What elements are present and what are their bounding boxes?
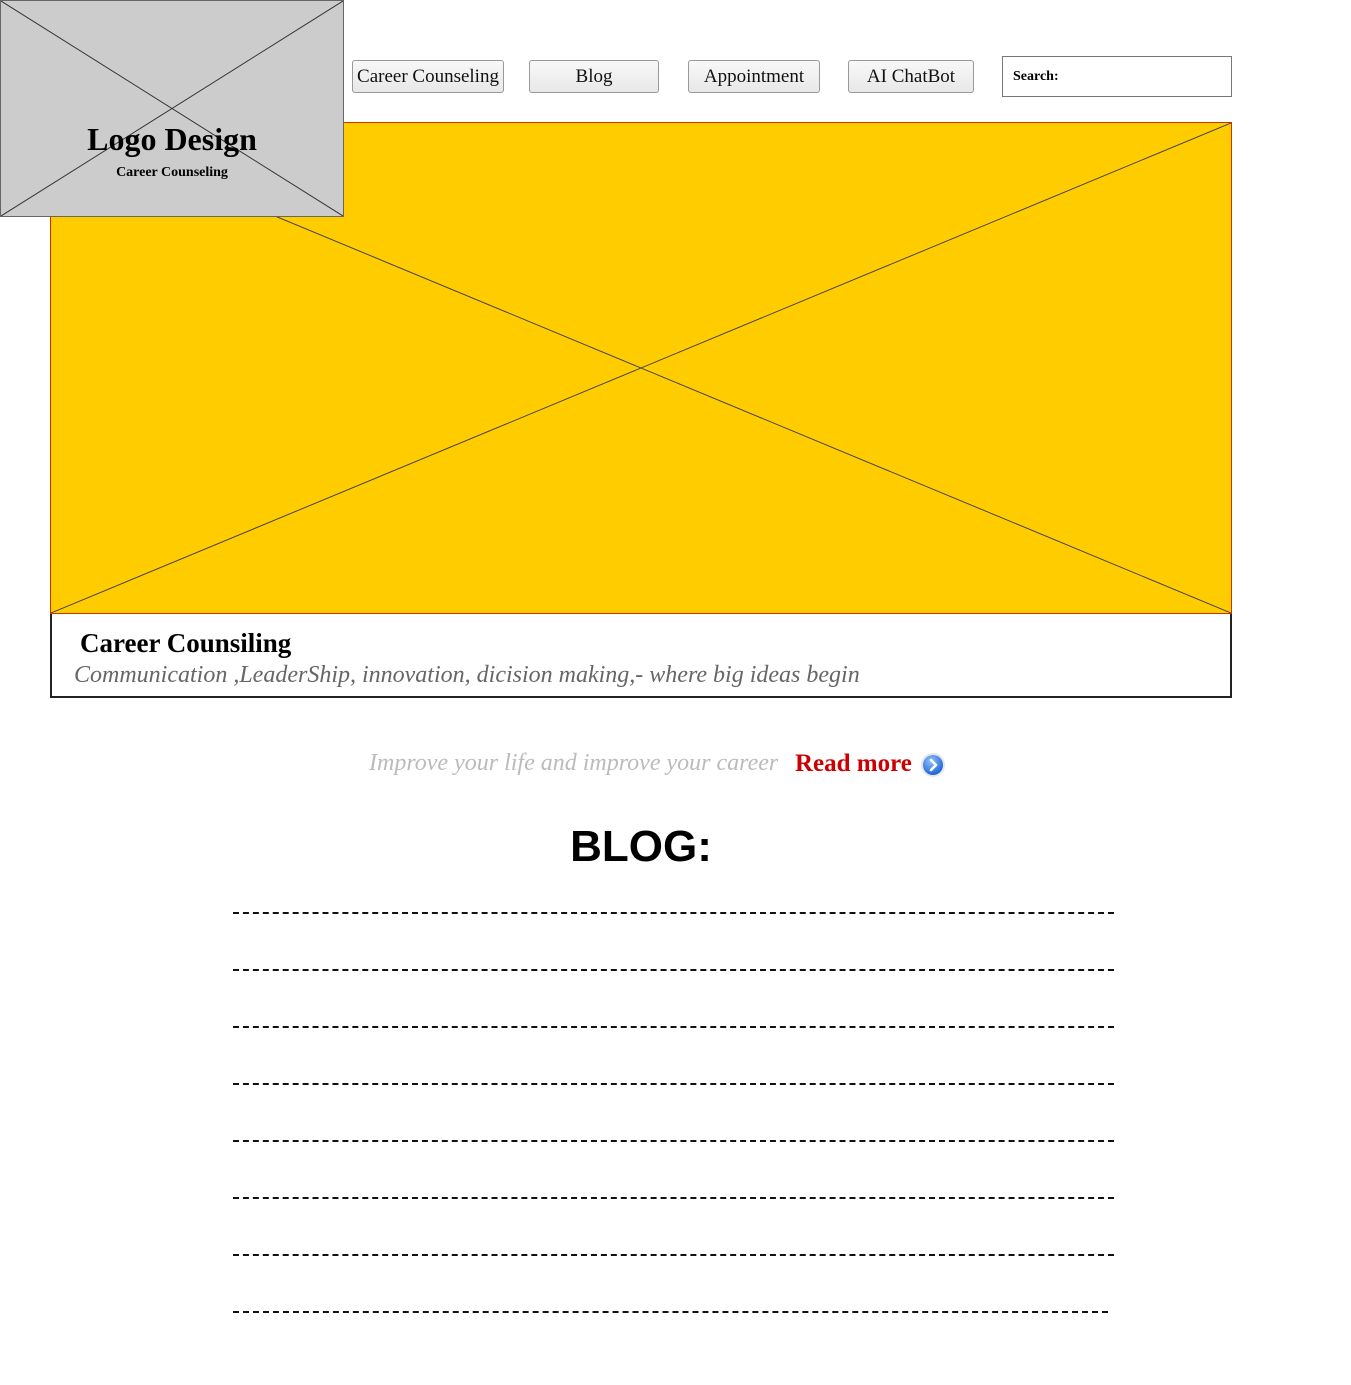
blog-line-placeholder [233,961,1114,1018]
blog-list [233,904,1114,1360]
blog-line-placeholder [233,1018,1114,1075]
logo-title: Logo Design [87,121,257,157]
nav-career-counseling-button[interactable]: Career Counseling [352,60,504,93]
blog-heading: BLOG: [570,822,712,871]
search-box[interactable]: Search: [1002,56,1232,97]
nav-blog-button[interactable]: Blog [529,60,659,93]
logo-subtitle: Career Counseling [116,165,228,180]
hero-title: Career Counsiling [80,628,292,658]
blog-line-placeholder [233,1303,1114,1360]
blog-line-placeholder [233,1246,1114,1303]
logo-placeholder[interactable]: Logo Design Career Counseling [0,0,344,217]
hero-caption: Career Counsiling Communication ,LeaderS… [50,614,1232,698]
blog-line-placeholder [233,904,1114,961]
nav-appointment-button[interactable]: Appointment [688,60,820,93]
blog-line-placeholder [233,1132,1114,1189]
promo-tagline: Improve your life and improve your caree… [369,750,779,776]
hero-subtitle: Communication ,LeaderShip, innovation, d… [74,662,860,688]
nav-ai-chatbot-button[interactable]: AI ChatBot [848,60,974,93]
read-more-link[interactable]: Read more [795,750,912,778]
blog-line-placeholder [233,1075,1114,1132]
search-input[interactable] [1065,63,1229,93]
search-label: Search: [1013,69,1059,84]
placeholder-cross-icon [1,1,343,216]
chevron-right-circle-icon[interactable] [920,752,946,778]
blog-line-placeholder [233,1189,1114,1246]
